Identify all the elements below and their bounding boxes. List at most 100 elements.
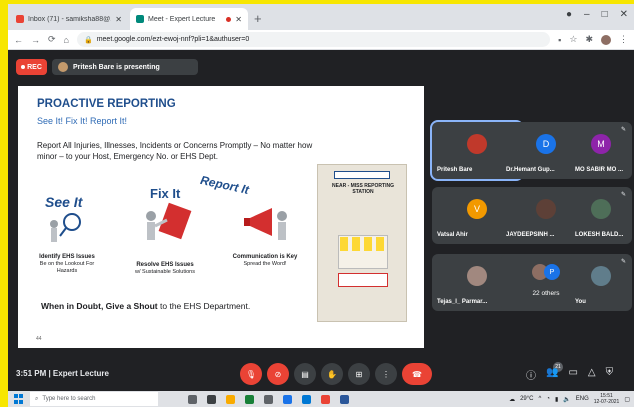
back-icon[interactable]: ← [14,35,23,45]
profile-circle-icon[interactable]: ● [566,9,572,20]
word-icon[interactable] [340,394,349,404]
reload-icon[interactable]: ⟳ [48,34,56,45]
slide-title: PROACTIVE REPORTING [37,98,176,110]
present-button[interactable]: ⊞ [348,363,370,385]
phone-hangup-icon: ☎ [412,369,422,379]
url-text: meet.google.com/ezt-ewoj-nnf?pli=1&authu… [96,36,250,43]
camera-icon[interactable]: ▪ [558,35,561,45]
gmail-icon [16,15,24,23]
clock-time: 3:51 PM [16,369,47,378]
window-controls: ● – □ ✕ [566,9,628,20]
temperature: 29°C [520,396,534,402]
excel-icon[interactable] [245,394,254,404]
maximize-button[interactable]: □ [602,9,608,20]
caption-title: Resolve EHS Issues [136,262,194,268]
station-title: NEAR - MISS REPORTING STATION [332,183,394,195]
network-icon[interactable]: ◔ [546,396,550,402]
meeting-clock: 3:51 PM | Expert Lecture [16,369,109,378]
captions-button[interactable]: ▤ [294,363,316,385]
address-bar[interactable]: 🔒 meet.google.com/ezt-ewoj-nnf?pli=1&aut… [76,32,551,47]
windows-taskbar: ⌕ Type here to search ☁ 29°C ^ ◔ ▮ 🔈 ENG… [8,391,634,407]
task-view-icon[interactable] [188,394,197,404]
form-pad [376,237,384,251]
caption-title: Identify EHS Issues [39,254,95,260]
toolbar-actions: ▪ ☆ ✱ ⋮ [558,34,628,45]
language[interactable]: ENG [576,396,589,402]
windows-start-icon[interactable] [14,394,24,404]
presenting-text: Pritesh Bare is presenting [73,63,160,71]
file-explorer-icon[interactable] [226,394,235,404]
raise-hand-button[interactable]: ✋ [321,363,343,385]
activities-icon[interactable]: △ [588,367,596,382]
hand-icon: ✋ [327,369,337,379]
slide-page-number: 44 [36,336,42,342]
caption-title: Communication is Key [232,254,298,260]
volume-icon[interactable]: 🔈 [563,396,570,403]
close-window-button[interactable]: ✕ [620,9,628,20]
taskbar-clock[interactable]: 15:51 12-07-2021 [594,393,620,405]
participant-avatar [536,199,556,219]
rec-label: REC [27,63,42,71]
participant-avatar: D [536,134,556,154]
record-dot-icon [21,65,26,69]
tab-gmail[interactable]: Inbox (71) - samiksha88@... ✕ [10,8,128,30]
tray-chevron-icon[interactable]: ^ [538,396,541,402]
tab-meet[interactable]: Meet - Expert Lecture ✕ [130,8,248,30]
home-icon[interactable]: ⌂ [64,35,69,45]
participant-avatar [467,266,487,286]
leave-call-button[interactable]: ☎ [402,363,432,385]
participant-avatar: P [544,264,560,280]
form-pad [352,237,360,251]
app-icon[interactable] [207,394,216,404]
battery-icon[interactable]: ▮ [555,396,558,403]
presentation-slide: PROACTIVE REPORTING See It! Fix It! Repo… [18,86,424,348]
edge-icon[interactable] [302,394,311,404]
self-tile[interactable]: ✎ You [570,254,632,311]
participant-tile[interactable]: ✎ LOKESH BALD... [570,187,632,244]
close-tab-icon[interactable]: ✕ [115,15,122,24]
fixing-person-illustration [146,202,192,240]
station-header-strip [334,171,390,179]
mic-off-icon: 🎙 [245,369,257,379]
minimize-button[interactable]: – [584,9,590,20]
taskbar-search-input[interactable]: ⌕ Type here to search [30,392,158,406]
participant-avatar: M [591,134,611,154]
report-it-graphic: Report It [199,173,251,197]
menu-icon[interactable]: ⋮ [619,34,628,45]
star-icon[interactable]: ☆ [569,34,577,45]
present-icon: ⊞ [355,369,363,379]
profile-avatar[interactable] [601,34,611,45]
meet-header: REC Pritesh Bare is presenting [8,50,634,84]
close-tab-icon[interactable]: ✕ [235,15,242,24]
camera-toggle-button[interactable]: ⊘ [267,363,289,385]
store-icon[interactable] [264,394,273,404]
notifications-icon[interactable]: ▢ [624,396,630,403]
mic-off-icon: ✎ [620,192,626,198]
meet-icon [136,15,144,23]
participant-name: You [575,299,586,305]
meeting-controls-bar: 3:51 PM | Expert Lecture 🎙 ⊘ ▤ ✋ ⊞ ⋮ ☎ 2… [8,359,634,391]
app-icon[interactable] [283,394,292,404]
info-icon[interactable]: ⓘ [526,367,536,382]
mic-off-icon: ✎ [620,127,626,133]
people-icon[interactable]: 👥 [546,367,558,382]
participant-tile[interactable]: ✎ M MO SABIR MO ... [570,122,632,179]
extensions-icon[interactable]: ✱ [585,34,593,45]
host-controls-icon[interactable]: ⛨ [606,367,614,382]
presenting-banner: Pritesh Bare is presenting [52,59,198,75]
tab-title: Inbox (71) - samiksha88@... [28,15,112,23]
form-pad [340,237,348,251]
camera-off-icon: ⊘ [274,369,282,379]
presenter-avatar [58,62,68,72]
more-options-button[interactable]: ⋮ [375,363,397,385]
search-icon: ⌕ [35,395,39,402]
forward-icon[interactable]: → [31,35,40,45]
participant-name: Tejas_I_ Parmar... [437,299,488,305]
mic-toggle-button[interactable]: 🎙 [240,363,262,385]
new-tab-button[interactable]: + [254,11,262,26]
caption-identify: Identify EHS Issues Be on the Lookout Fo… [38,254,96,275]
weather-icon[interactable]: ☁ [509,396,515,403]
chrome-icon[interactable] [321,394,330,404]
fix-it-graphic: Fix It [150,186,181,201]
chat-icon[interactable]: ▭ [568,367,577,382]
